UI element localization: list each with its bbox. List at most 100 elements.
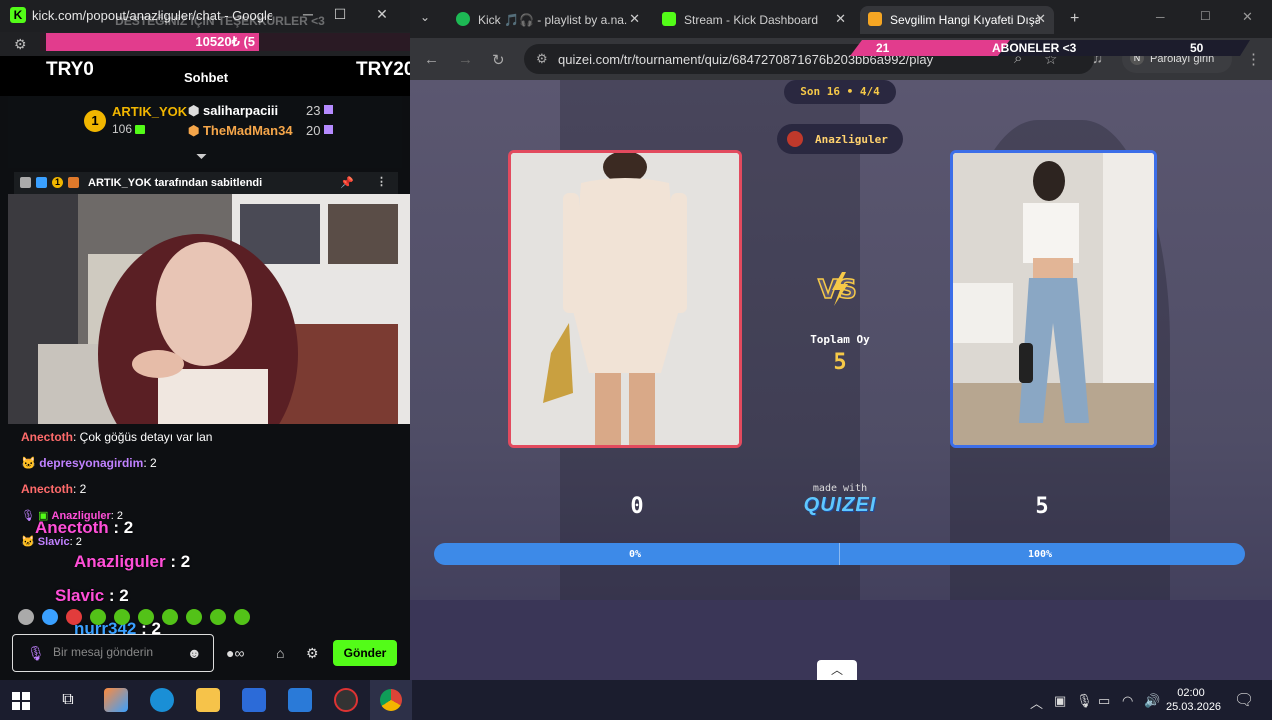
donation-goal-bar: 10520₺ (5 [46, 33, 259, 51]
chrome-icon [380, 689, 402, 711]
site-info-icon[interactable]: ⚙ [536, 51, 548, 67]
pinned-message: 1 ARTIK_YOK tarafından sabitlendi 📌 ⋮ [14, 172, 398, 194]
forward-icon[interactable]: → [458, 51, 473, 68]
tray-app-icon[interactable]: ▣ [1054, 693, 1066, 709]
tab-strip: ⌄ Kick 🎵🎧 - playlist by a.na... ✕ Stream… [410, 0, 1272, 38]
leaderboard-top-name[interactable]: ARTIK_YOK [112, 104, 187, 119]
emote-row [16, 608, 256, 626]
outlook-icon[interactable] [288, 688, 312, 712]
overlay-chat-message: Anazliguler : 2 [74, 552, 190, 572]
total-votes-label: Toplam Oy [810, 333, 870, 346]
minimize-icon[interactable]: ─ [1156, 10, 1165, 24]
clock[interactable]: 02:00 25.03.2026 [1166, 686, 1222, 714]
kick-icon [662, 12, 676, 26]
chrome-taskbar-button[interactable] [370, 680, 412, 720]
store-icon[interactable] [242, 688, 266, 712]
leaderboard-top-count: 106 [112, 122, 146, 136]
kick-chat-window: K kick.com/popout/anazliguler/chat - Goo… [0, 0, 410, 680]
kick-logo-icon: K [10, 7, 26, 23]
volume-icon[interactable]: 🔊 [1144, 693, 1160, 709]
mic-icon: 🎙 [21, 510, 35, 522]
subscriber-goal-label: ABONELER <3 [992, 41, 1077, 55]
tray-chevron-icon[interactable]: ︿ [1030, 693, 1043, 712]
chat-username[interactable]: Anectoth [21, 482, 73, 496]
wifi-icon[interactable]: ◠ [1122, 693, 1133, 709]
chat-title: Sohbet [184, 70, 229, 85]
file-explorer-icon[interactable] [196, 688, 220, 712]
leaderboard-row[interactable]: ⬢ TheMadMan34 20 [188, 123, 348, 139]
cat-icon [68, 177, 79, 188]
gem-icon [324, 125, 333, 134]
task-view-icon[interactable]: ⧉ [56, 688, 80, 712]
maximize-icon[interactable]: ☐ [1200, 9, 1211, 23]
creator-badge[interactable]: Anazliguler [777, 124, 903, 154]
expand-chevron-icon[interactable]: ⏷ [196, 148, 207, 165]
outfit-image-right [953, 153, 1154, 445]
emote-strip [18, 609, 250, 625]
pin-action-icon[interactable]: 📌 [340, 176, 354, 189]
chat-username[interactable]: Anectoth [21, 430, 73, 444]
overlay-marquee: DESTEĞİNİZ İÇİN TEŞEKKÜRLER <3 [115, 14, 325, 28]
outfit-image-left [511, 153, 739, 445]
chat-input-box[interactable]: 🎙 ☻ [12, 634, 214, 672]
clock-time: 02:00 [1177, 687, 1205, 699]
overlay-text: : 2 [165, 552, 191, 571]
reload-icon[interactable]: ↻ [492, 51, 505, 69]
close-tab-icon[interactable]: ✕ [1035, 11, 1046, 27]
chat-username[interactable]: depresyonagirdim [39, 456, 143, 470]
close-tab-icon[interactable]: ✕ [629, 11, 640, 27]
close-tab-icon[interactable]: ✕ [835, 11, 846, 27]
percent-left: 0% [629, 549, 642, 560]
overlay-chat-message: Slavic : 2 [55, 586, 129, 606]
cat-icon: 🐱 [21, 456, 40, 470]
more-icon[interactable]: ⋮ [376, 175, 387, 188]
clock-date: 25.03.2026 [1166, 701, 1222, 713]
send-button[interactable]: Gönder [333, 640, 397, 666]
chat-text: 2 [146, 456, 157, 470]
settings-icon[interactable]: ⚙ [306, 645, 319, 662]
chat-messages: Anectoth: Çok göğüs detayı var lan 🐱 dep… [0, 424, 410, 638]
overlay-username: Anectoth [35, 518, 109, 537]
score-right: 5 [1035, 494, 1049, 519]
subscriber-goal-overlay: 21 ABONELER <3 50 [850, 40, 1250, 56]
tab-search-icon[interactable]: ⌄ [420, 10, 430, 24]
notifications-icon[interactable]: 🗨 [1234, 690, 1254, 710]
back-icon[interactable]: ← [424, 51, 439, 68]
chat-message-input[interactable] [53, 645, 183, 659]
choice-card-right[interactable] [950, 150, 1157, 448]
leaderboard-row[interactable]: ⬢ saliharpaciii 23 [188, 103, 348, 119]
store-icon[interactable]: ⌂ [276, 645, 284, 661]
badge-icon [36, 177, 47, 188]
spotify-icon [456, 12, 470, 26]
chat-message: Anectoth: Çok göğüs detayı var lan [21, 430, 212, 444]
choice-card-left[interactable] [508, 150, 742, 448]
site-settings-icon[interactable]: ⚙ [14, 36, 27, 53]
quizei-logo[interactable]: QUIZEI [790, 494, 890, 517]
tab-kick-dashboard[interactable]: Stream - Kick Dashboard ✕ [654, 6, 854, 34]
progress-divider [839, 543, 840, 565]
obs-icon[interactable] [334, 688, 358, 712]
windows-taskbar: ⧉ ︿ ▣ 🎙 ▭ ◠ 🔊 02:00 25.03.2026 🗨 [0, 680, 1272, 720]
windows-start-icon[interactable] [12, 692, 30, 710]
chat-message: Anectoth: 2 [21, 482, 86, 496]
microphone-icon[interactable]: 🎙 [1076, 693, 1093, 709]
browser-window: ⌄ Kick 🎵🎧 - playlist by a.na... ✕ Stream… [410, 0, 1272, 680]
emoji-icon[interactable]: ☻ [187, 645, 202, 661]
goal-start: TRY0 [46, 59, 94, 80]
tab-spotify[interactable]: Kick 🎵🎧 - playlist by a.na... ✕ [448, 6, 648, 34]
overlay-username: Slavic [55, 586, 105, 605]
overlay-text: : 2 [108, 518, 134, 537]
rank-badge: 1 [84, 110, 106, 132]
edge-icon[interactable] [150, 688, 174, 712]
points-icon[interactable]: ●∞ [226, 645, 244, 661]
battery-icon[interactable]: ▭ [1098, 693, 1110, 709]
copilot-icon[interactable] [104, 688, 128, 712]
tab-quizei[interactable]: Sevgilim Hangi Kıyafeti Dışa... ✕ [860, 6, 1054, 34]
new-tab-icon[interactable]: + [1070, 10, 1079, 28]
webcam-image [8, 194, 410, 424]
scroll-up-button[interactable]: ︿ [817, 660, 857, 680]
gem-icon [324, 105, 333, 114]
close-icon[interactable]: ✕ [1242, 9, 1253, 25]
mic-icon[interactable]: 🎙 [27, 645, 45, 662]
made-with-label: made with [812, 483, 868, 494]
